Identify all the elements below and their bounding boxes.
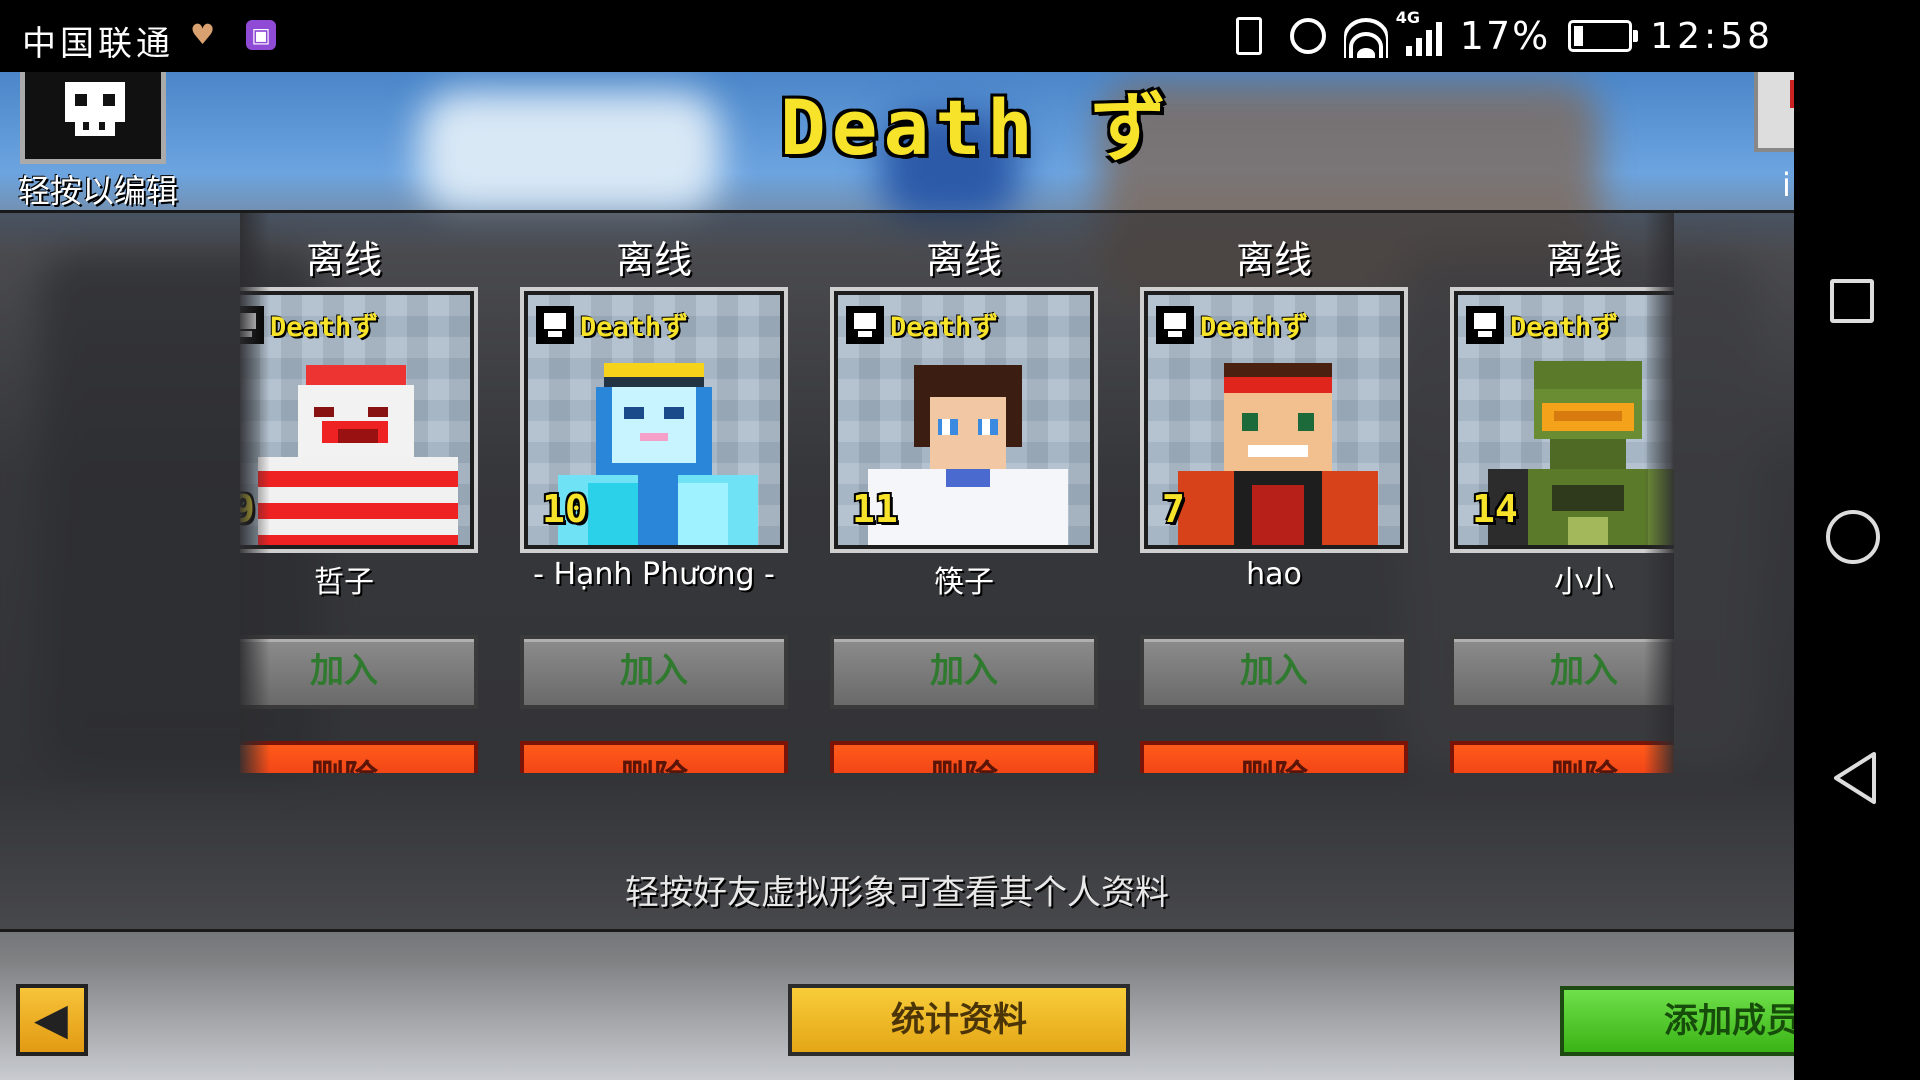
player-level: 11 [852, 487, 898, 531]
clock: 12:58 [1650, 15, 1774, 57]
avatar-hint: 轻按好友虚拟形象可查看其个人资料 [625, 873, 1169, 913]
player-level: 10 [542, 487, 588, 531]
clan-tag: Deathず [270, 312, 379, 343]
square-icon [1830, 279, 1874, 323]
circle-icon [1826, 510, 1880, 564]
online-status: 离线 [615, 238, 692, 282]
avatar: Deathず 7 [1148, 295, 1400, 545]
skull-icon [1466, 305, 1504, 344]
clan-logo[interactable] [20, 72, 166, 164]
back-button[interactable] [1826, 748, 1886, 808]
join-button[interactable]: 加入 [520, 635, 788, 709]
avatar-button[interactable]: Deathず 9 [240, 287, 478, 553]
player-name: hao [1246, 557, 1302, 592]
next-item-thumbnail[interactable] [1754, 72, 1794, 152]
status-bar: 中国联通 ♥ ▣ 4G 17% 12:58 [0, 0, 1794, 72]
member-card: 离线 [830, 213, 1098, 773]
wifi-icon [1343, 14, 1388, 58]
carousel-fade-right [1644, 213, 1674, 773]
delete-button[interactable]: 删除 [240, 741, 478, 773]
join-button[interactable]: 加入 [1140, 635, 1408, 709]
avatar: Deathず 9 [240, 295, 470, 545]
avatar: Deathず 10 [528, 295, 780, 545]
member-card: 离线 [1450, 213, 1674, 773]
gallery-icon: ▣ [246, 20, 276, 50]
heart-rate-icon: ♥ [190, 18, 216, 51]
home-button[interactable] [1826, 510, 1886, 570]
carrier-label: 中国联通 [22, 24, 174, 64]
join-button[interactable]: 加入 [830, 635, 1098, 709]
player-name: 筷子 [934, 565, 994, 600]
vibrate-icon [1235, 17, 1262, 55]
avatar: Deathず 11 [838, 295, 1090, 545]
add-member-button[interactable]: 添加成员 [1560, 986, 1794, 1056]
clan-tag: Deathず [1510, 312, 1619, 343]
skull-icon [1156, 305, 1194, 344]
avatar-button[interactable]: Deathず 14 [1450, 287, 1674, 553]
join-button[interactable]: 加入 [240, 635, 478, 709]
avatar-button[interactable]: Deathず 11 [830, 287, 1098, 553]
recents-button[interactable] [1826, 275, 1886, 335]
player-name: 哲子 [314, 565, 374, 600]
navigation-bar [1794, 0, 1920, 1080]
network-type: 4G [1395, 8, 1421, 27]
delete-button[interactable]: 删除 [520, 741, 788, 773]
tap-to-edit-label[interactable]: 轻按以编辑 [18, 166, 178, 212]
members-panel: 离线 Deathず 哲子 加入 离线 Deathず 10 - Hạnh Phươ… [0, 210, 1794, 932]
edge-label: i [1782, 166, 1791, 204]
avatar-button[interactable]: Deathず 7 [1140, 287, 1408, 553]
clan-tag: Deathず [1200, 312, 1309, 343]
skull-icon [846, 305, 884, 344]
clan-tag: Deathず [580, 312, 689, 343]
delete-button[interactable]: 删除 [1450, 741, 1674, 773]
online-status: 离线 [1235, 238, 1312, 282]
member-card: 离线 [520, 213, 788, 773]
status-icons: 4G 17% 12:58 [1226, 8, 1774, 58]
clan-badge: Deathず [846, 305, 998, 344]
clan-badge: Deathず [1156, 305, 1308, 344]
members-carousel[interactable]: 离线 Deathず 哲子 加入 离线 Deathず 10 - Hạnh Phươ… [240, 213, 1674, 773]
stats-button[interactable]: 统计资料 [788, 984, 1130, 1056]
triangle-back-icon [1834, 752, 1876, 804]
clan-badge: Deathず [1466, 305, 1618, 344]
arrow-left-icon: ◀ [34, 994, 68, 1045]
clan-badge: Deathず [536, 305, 688, 344]
clan-screen: 轻按以编辑 Death ず i 离线 Deathず 哲子 加入 离线 Death… [0, 72, 1794, 1080]
join-button[interactable]: 加入 [1450, 635, 1674, 709]
clan-name: Death ず [780, 83, 1173, 172]
skull-icon [65, 82, 125, 136]
bottom-toolbar: ◀ 统计资料 添加成员 [0, 922, 1794, 1080]
player-name: 小小 [1554, 565, 1614, 600]
clan-header: 轻按以编辑 Death ず i [0, 72, 1794, 210]
signal-icon: 4G [1396, 8, 1442, 56]
online-status: 离线 [1545, 238, 1622, 282]
avatar-button[interactable]: Deathず 10 [520, 287, 788, 553]
member-card: 离线 [1140, 213, 1408, 773]
battery-percent: 17% [1459, 14, 1551, 58]
clan-tag: Deathず [890, 312, 999, 343]
online-status: 离线 [305, 238, 382, 282]
member-card: 离线 [240, 213, 478, 773]
carousel-fade-left [240, 213, 270, 773]
back-arrow-button[interactable]: ◀ [16, 984, 88, 1056]
avatar: Deathず 14 [1458, 295, 1674, 545]
player-level: 7 [1162, 487, 1185, 531]
skull-icon [536, 305, 574, 344]
player-level: 14 [1472, 487, 1518, 531]
delete-button[interactable]: 删除 [830, 741, 1098, 773]
battery-icon [1568, 20, 1639, 52]
player-name: - Hạnh Phương - [533, 557, 775, 592]
online-status: 离线 [925, 238, 1002, 282]
delete-button[interactable]: 删除 [1140, 741, 1408, 773]
alarm-icon [1289, 18, 1326, 54]
